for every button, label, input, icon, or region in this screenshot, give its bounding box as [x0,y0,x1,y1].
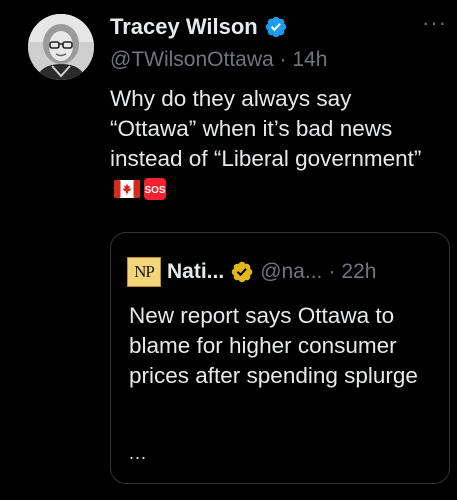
author-display-name[interactable]: Tracey Wilson [110,14,258,40]
tweet-text: Why do they always say “Ottawa” when it’… [110,84,440,204]
emoji-group: SOS [114,178,166,200]
quoted-tweet-header: NP Nati... @na... · 22h [127,257,376,287]
tweet-meta-row: @TWilsonOttawa · 14h [110,47,327,73]
verified-badge-icon[interactable] [264,15,288,39]
tweet-timestamp[interactable]: 14h [292,48,327,71]
canada-flag-icon [114,180,140,198]
sos-icon: SOS [144,178,166,200]
avatar[interactable] [28,14,94,80]
quoted-author-name[interactable]: Nati... [167,260,224,284]
quoted-tweet-timestamp[interactable]: 22h [341,260,376,284]
verified-gold-badge-icon[interactable] [230,260,254,284]
profile-photo [28,14,94,80]
quoted-tweet-card[interactable]: NP Nati... @na... · 22h New report says … [110,232,450,484]
author-handle[interactable]: @TWilsonOttawa [110,48,274,71]
svg-text:SOS: SOS [144,185,165,196]
quoted-author-avatar[interactable]: NP [127,257,161,287]
quoted-tweet-ellipsis: ... [129,443,148,463]
quoted-tweet-text: New report says Ottawa to blame for high… [129,303,418,388]
more-options-icon[interactable]: ··· [422,12,447,34]
tweet-body: Why do they always say “Ottawa” when it’… [110,86,422,171]
quoted-author-handle[interactable]: @na... [260,260,322,284]
tweet-author-row: Tracey Wilson [110,14,288,40]
meta-separator: · [279,48,287,71]
quoted-meta-separator: · [328,260,336,283]
